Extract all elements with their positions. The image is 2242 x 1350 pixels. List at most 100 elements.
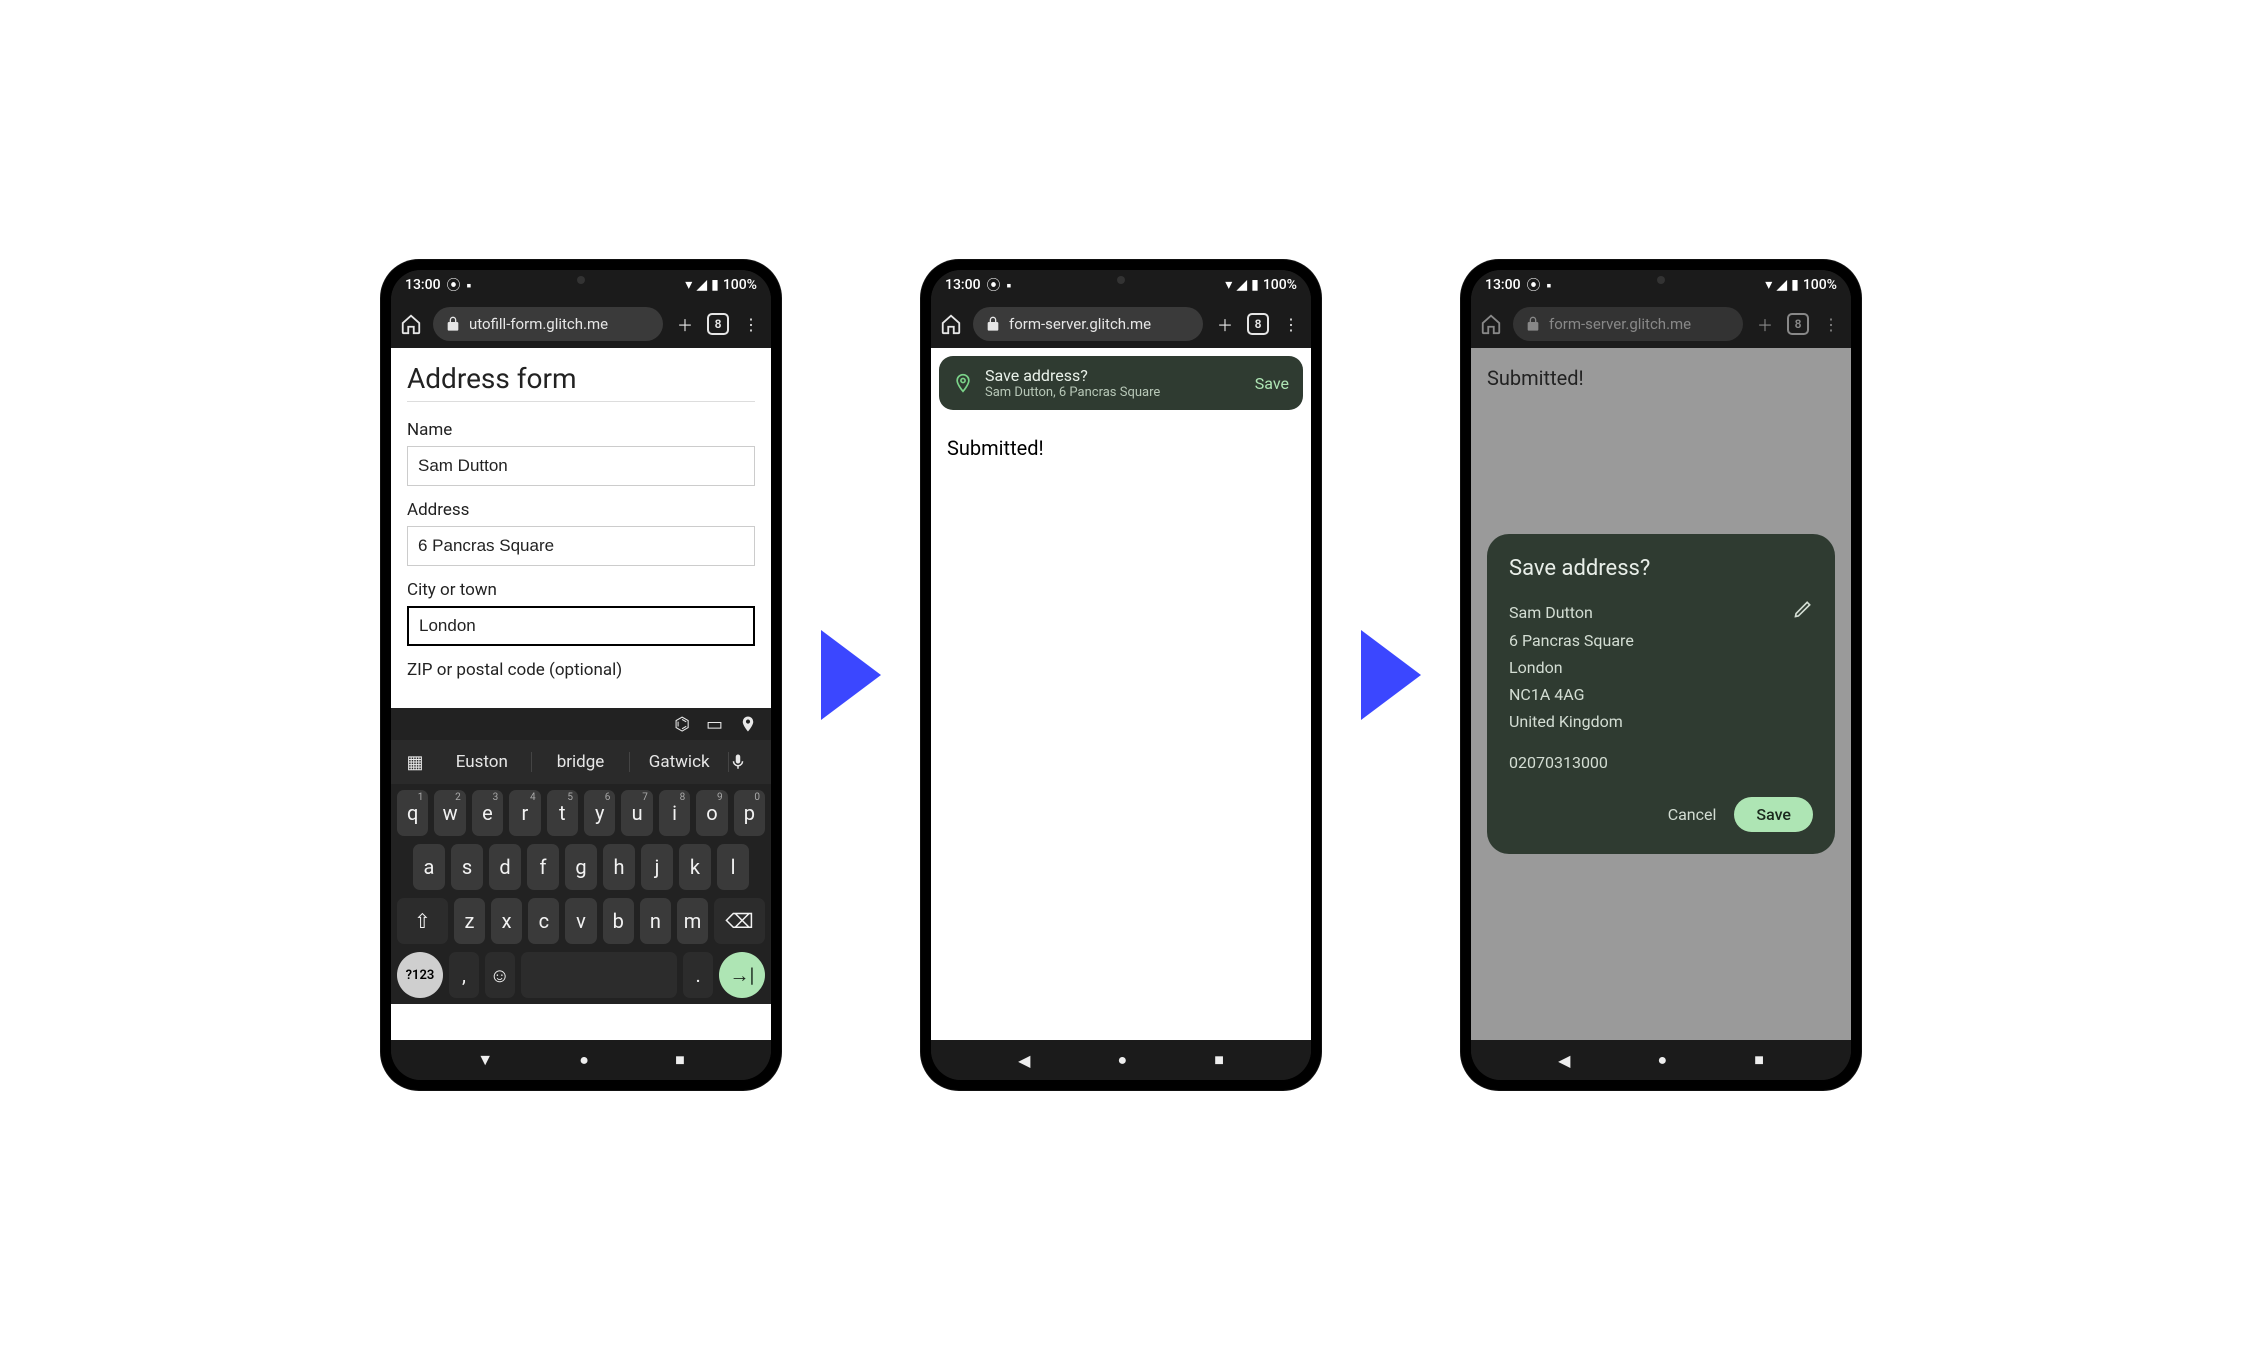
space-key[interactable] — [521, 952, 678, 998]
key-j[interactable]: j — [641, 844, 673, 890]
address-lines: Sam Dutton 6 Pancras Square London NC1A … — [1509, 599, 1634, 776]
key-q[interactable]: q1 — [397, 790, 428, 836]
key-g[interactable]: g — [565, 844, 597, 890]
key-p[interactable]: p0 — [734, 790, 765, 836]
signal-icon: ◢ — [696, 277, 707, 293]
name-label: Name — [407, 420, 755, 440]
edit-icon[interactable] — [1793, 599, 1813, 619]
browser-toolbar: utofill-form.glitch.me ＋ 8 ⋮ — [391, 300, 771, 348]
home-icon[interactable] — [939, 312, 963, 336]
nav-home-icon[interactable]: ● — [579, 1050, 589, 1070]
key-t[interactable]: t5 — [547, 790, 578, 836]
key-x[interactable]: x — [491, 898, 522, 944]
emoji-key[interactable]: ☺ — [485, 952, 515, 998]
phone-1: 13:00 ⦿ ▪ ▾ ◢ ▮ 100% utofill-form.glitch… — [381, 260, 781, 1090]
menu-icon[interactable]: ⋮ — [1819, 312, 1843, 336]
card-icon[interactable]: ▭ — [706, 714, 723, 735]
new-tab-icon[interactable]: ＋ — [1213, 312, 1237, 336]
status-time: 13:00 — [945, 277, 981, 293]
nav-back-icon[interactable]: ◀ — [1018, 1051, 1030, 1070]
tab-count[interactable]: 8 — [707, 313, 729, 335]
phone-2: 13:00 ⦿ ▪ ▾ ◢ ▮ 100% form-server.glitch.… — [921, 260, 1321, 1090]
url-bar[interactable]: utofill-form.glitch.me — [433, 307, 663, 341]
nav-back-icon[interactable]: ◀ — [1558, 1051, 1570, 1070]
nav-home-icon[interactable]: ● — [1657, 1050, 1667, 1070]
key-y[interactable]: y6 — [584, 790, 615, 836]
arrow-separator — [821, 630, 881, 720]
key-i[interactable]: i8 — [659, 790, 690, 836]
url-text: utofill-form.glitch.me — [469, 315, 608, 333]
new-tab-icon[interactable]: ＋ — [673, 312, 697, 336]
key-o[interactable]: o9 — [696, 790, 727, 836]
suggestion-1[interactable]: Euston — [433, 752, 532, 772]
key-k[interactable]: k — [679, 844, 711, 890]
battery-text: 100% — [723, 277, 757, 293]
grid-icon[interactable]: ▦ — [397, 752, 433, 773]
key-e[interactable]: e3 — [472, 790, 503, 836]
key-d[interactable]: d — [489, 844, 521, 890]
tab-count[interactable]: 8 — [1787, 313, 1809, 335]
key-s[interactable]: s — [451, 844, 483, 890]
key-u[interactable]: u7 — [621, 790, 652, 836]
banner-title: Save address? — [985, 366, 1243, 385]
key-icon[interactable]: ⌬ — [674, 714, 690, 735]
wifi-icon: ▾ — [1225, 277, 1232, 293]
key-n[interactable]: n — [640, 898, 671, 944]
banner-save-button[interactable]: Save — [1255, 374, 1289, 393]
cancel-button[interactable]: Cancel — [1668, 805, 1717, 824]
key-f[interactable]: f — [527, 844, 559, 890]
comma-key[interactable]: , — [449, 952, 479, 998]
address-line-name: Sam Dutton — [1509, 599, 1634, 626]
pin-icon[interactable] — [739, 715, 757, 733]
new-tab-icon[interactable]: ＋ — [1753, 312, 1777, 336]
shift-key[interactable]: ⇧ — [397, 898, 448, 944]
android-nav: ◀ ● ■ — [1471, 1040, 1851, 1080]
home-icon[interactable] — [399, 312, 423, 336]
key-h[interactable]: h — [603, 844, 635, 890]
camera-notch — [577, 276, 585, 284]
menu-icon[interactable]: ⋮ — [1279, 312, 1303, 336]
dialog-title: Save address? — [1509, 556, 1813, 581]
key-m[interactable]: m — [677, 898, 708, 944]
address-input[interactable] — [407, 526, 755, 566]
url-bar[interactable]: form-server.glitch.me — [973, 307, 1203, 341]
lock-icon — [445, 316, 461, 332]
key-v[interactable]: v — [565, 898, 596, 944]
battery-icon: ▮ — [711, 277, 719, 293]
key-b[interactable]: b — [603, 898, 634, 944]
lock-icon — [985, 316, 1001, 332]
nav-recent-icon[interactable]: ■ — [1214, 1050, 1224, 1070]
period-key[interactable]: . — [683, 952, 713, 998]
wifi-icon: ▾ — [1765, 277, 1772, 293]
camera-notch — [1117, 276, 1125, 284]
tab-count[interactable]: 8 — [1247, 313, 1269, 335]
key-z[interactable]: z — [454, 898, 485, 944]
key-c[interactable]: c — [528, 898, 559, 944]
key-w[interactable]: w2 — [434, 790, 465, 836]
nav-recent-icon[interactable]: ■ — [675, 1050, 685, 1070]
symbols-key[interactable]: ?123 — [397, 952, 443, 998]
city-input[interactable] — [407, 606, 755, 646]
url-bar[interactable]: form-server.glitch.me — [1513, 307, 1743, 341]
address-label: Address — [407, 500, 755, 520]
nav-recent-icon[interactable]: ■ — [1754, 1050, 1764, 1070]
home-icon[interactable] — [1479, 312, 1503, 336]
key-a[interactable]: a — [413, 844, 445, 890]
suggestion-2[interactable]: bridge — [532, 752, 631, 772]
suggestion-3[interactable]: Gatwick — [630, 752, 729, 772]
save-address-banner: Save address? Sam Dutton, 6 Pancras Squa… — [939, 356, 1303, 410]
android-nav: ▼ ● ■ — [391, 1040, 771, 1080]
mic-icon[interactable] — [729, 753, 765, 771]
key-r[interactable]: r4 — [509, 790, 540, 836]
page-content: Save address? Sam Dutton, 6 Pancras Squa… — [931, 348, 1311, 1040]
key-l[interactable]: l — [717, 844, 749, 890]
nav-home-icon[interactable]: ● — [1117, 1050, 1127, 1070]
address-line-country: United Kingdom — [1509, 708, 1634, 735]
nav-back-icon[interactable]: ▼ — [477, 1050, 493, 1070]
menu-icon[interactable]: ⋮ — [739, 312, 763, 336]
android-nav: ◀ ● ■ — [931, 1040, 1311, 1080]
save-button[interactable]: Save — [1734, 797, 1813, 832]
enter-key[interactable]: →| — [719, 952, 765, 998]
backspace-key[interactable]: ⌫ — [714, 898, 765, 944]
name-input[interactable] — [407, 446, 755, 486]
